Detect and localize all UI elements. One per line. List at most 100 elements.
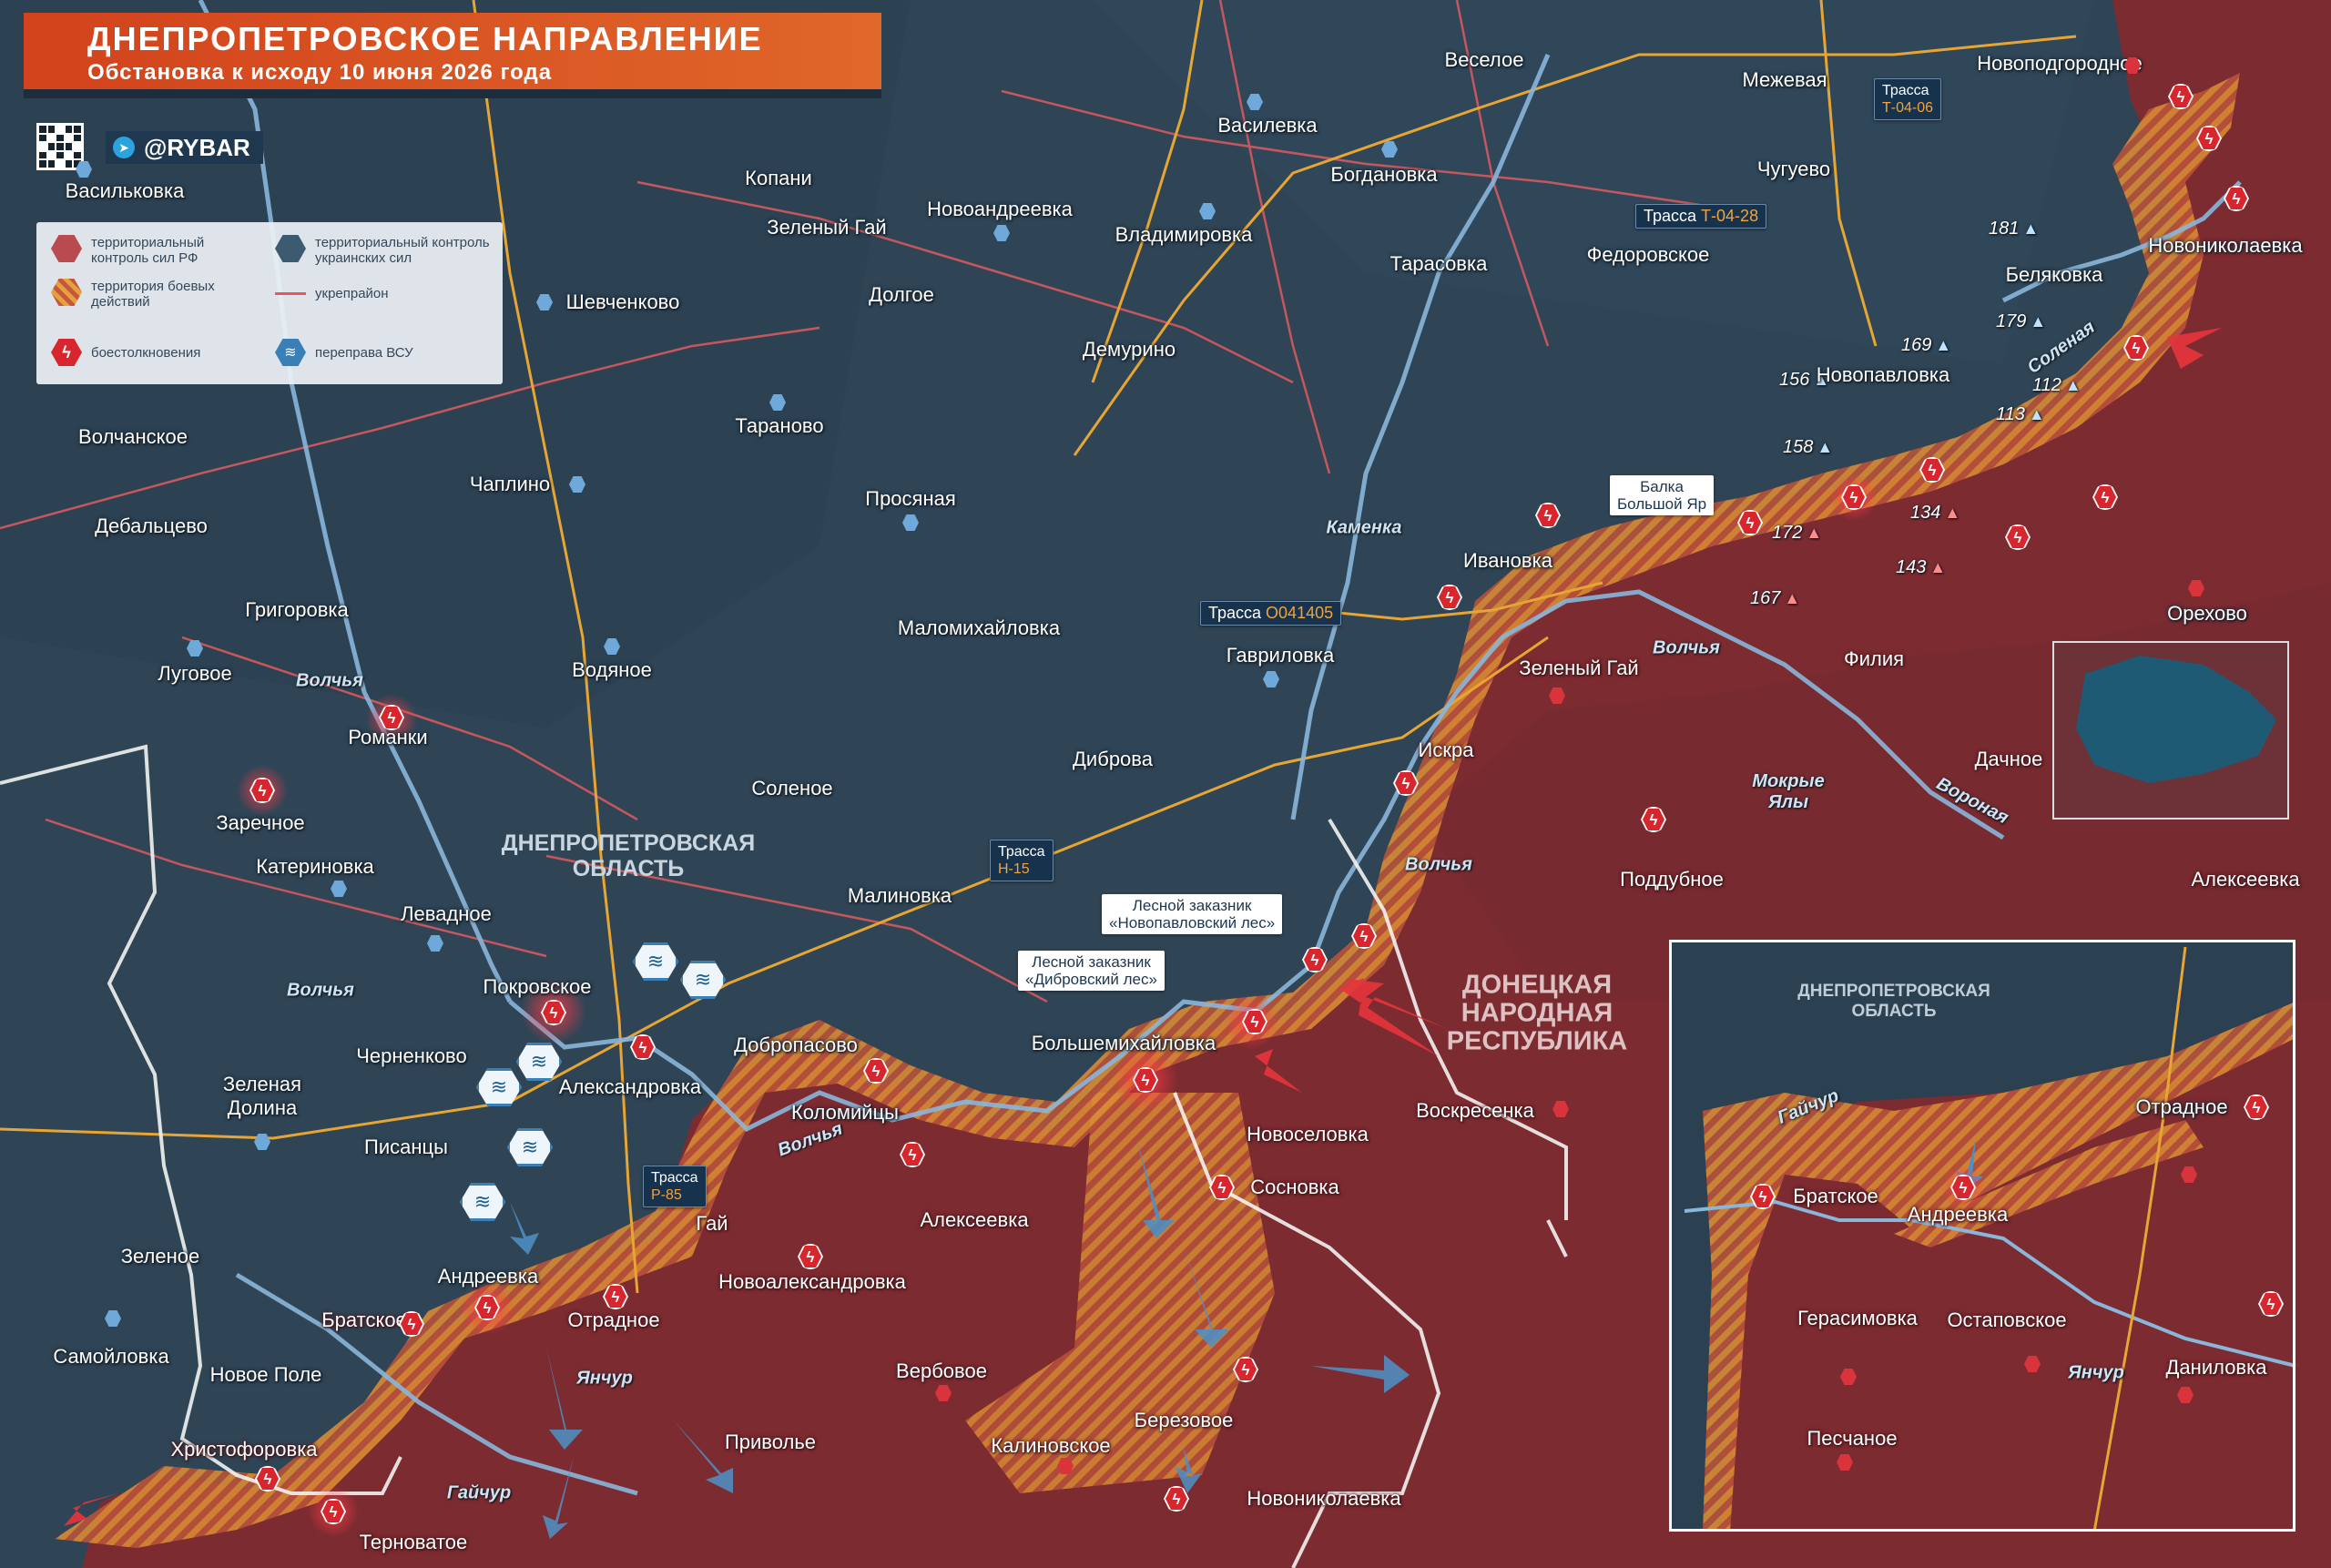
inset-settlement-label: Даниловка — [2165, 1356, 2267, 1379]
height-marker: 112 ▲ — [2032, 375, 2082, 395]
inset-settlement-label: Отрадное — [2135, 1095, 2228, 1118]
height-marker: 172 ▲ — [1772, 523, 1823, 543]
settlement-label: Луговое — [158, 662, 232, 685]
settlement-label: Добропасово — [734, 1033, 858, 1056]
legend-clashes: ϟ боестолкновения — [51, 339, 260, 366]
settlement-label: Отрадное — [567, 1308, 660, 1331]
settlement-label: Веселое — [1444, 48, 1524, 71]
inset-settlement-label: Андреевка — [1907, 1203, 2009, 1226]
qr-code-icon[interactable] — [36, 123, 84, 170]
settlement-label: Христофоровка — [170, 1438, 318, 1461]
settlement-label: Алексеевка — [920, 1208, 1029, 1231]
river-label: Каменка — [1326, 517, 1402, 538]
settlement-label: Беляковка — [2005, 263, 2103, 286]
settlement-label: Дачное — [1974, 748, 2043, 770]
legend: территориальный контроль сил РФ территор… — [36, 222, 503, 384]
settlement-label: Чаплино — [469, 473, 551, 495]
settlement-label: Дебальцево — [95, 514, 208, 537]
river-label: Янчур — [2068, 1362, 2124, 1383]
settlement-label: Левадное — [401, 902, 492, 925]
height-marker: 179 ▲ — [1996, 311, 2047, 331]
settlement-label: Диброва — [1073, 748, 1153, 770]
crossing-icon: ≋ — [275, 339, 306, 366]
region-dnr: ДОНЕЦКАЯ НАРОДНАЯ РЕСПУБЛИКА — [1446, 970, 1628, 1056]
settlement-label: Богдановка — [1330, 163, 1438, 186]
river-label: Гайчур — [446, 1482, 512, 1503]
settlement-label: Васильковка — [65, 179, 185, 202]
height-marker: 167 ▲ — [1750, 588, 1801, 608]
fortified-swatch — [275, 292, 306, 295]
height-marker: 158 ▲ — [1783, 437, 1834, 457]
brand-badge[interactable]: ➤ @RYBAR — [106, 131, 263, 164]
settlement-label: Межевая — [1742, 68, 1827, 91]
settlement-label: Новоподгородное — [1977, 52, 2143, 75]
settlement-label: Василевка — [1217, 114, 1318, 137]
clash-icon: ϟ — [51, 339, 82, 366]
settlement-label: Владимировка — [1115, 223, 1253, 246]
settlement-label: Тарасовка — [1389, 252, 1488, 275]
settlement-label: Тараново — [735, 414, 824, 437]
page-subtitle: Обстановка к исходу 10 июня 2026 года — [87, 60, 553, 85]
inset-settlement-label: Герасимовка — [1797, 1307, 1918, 1329]
height-marker: 143 ▲ — [1896, 557, 1947, 577]
inset-settlement-label: Остаповское — [1947, 1308, 2067, 1331]
inset-settlement-label: Песчаное — [1807, 1427, 1898, 1450]
settlement-label: Зеленый Гай — [1519, 657, 1639, 679]
inset-settlement-label: Братское — [1793, 1185, 1878, 1207]
settlement-label: Новониколаевка — [1247, 1487, 1401, 1510]
overview-map-frame — [2052, 641, 2289, 820]
height-marker: 134 ▲ — [1910, 503, 1961, 523]
settlement-label: Катериновка — [256, 855, 374, 878]
settlement-label: Шевченково — [565, 290, 680, 313]
settlement-label: Соленое — [751, 777, 833, 799]
legend-fortified: укрепрайон — [275, 286, 494, 301]
settlement-label: Калиновское — [991, 1434, 1111, 1457]
settlement-label: Зеленый Гай — [767, 216, 887, 239]
road-h15: Трасса Н-15 — [990, 840, 1054, 881]
river-label: Волчья — [1653, 637, 1720, 658]
settlement-label: Ивановка — [1463, 549, 1552, 572]
settlement-label: Поддубное — [1620, 868, 1724, 891]
settlement-label: Березовое — [1134, 1409, 1234, 1431]
brand-handle: @RYBAR — [144, 133, 250, 161]
legend-ua-control: территориальный контроль украинских сил — [275, 235, 494, 266]
settlement-label: Приволье — [724, 1431, 817, 1453]
settlement-label: Искра — [1418, 738, 1474, 761]
settlement-label: Воскресенка — [1416, 1099, 1534, 1122]
settlement-label: Новоалександровка — [718, 1270, 906, 1293]
settlement-label: Большемихайловка — [1031, 1032, 1216, 1054]
height-marker: 169 ▲ — [1901, 335, 1952, 355]
settlement-label: Орехово — [2167, 602, 2247, 625]
river-label: Волчья — [1405, 854, 1472, 875]
region-dnepropetrovsk: ДНЕПРОПЕТРОВСКАЯ ОБЛАСТЬ — [501, 830, 756, 881]
settlement-label: Новониколаевка — [2148, 234, 2303, 257]
reserve-dibrovsky: Лесной заказник «Дибровский лес» — [1018, 951, 1165, 991]
river-label: Волчья — [296, 670, 363, 691]
settlement-label: Самойловка — [53, 1345, 169, 1368]
road-t0428: Трасса Т-04-28 — [1635, 204, 1767, 229]
telegram-icon: ➤ — [113, 137, 135, 158]
road-t0406: Трасса Т-04-06 — [1874, 78, 1942, 120]
settlement-label: Сосновка — [1250, 1176, 1339, 1198]
ru-control-swatch — [51, 235, 82, 262]
settlement-label: Маломихайловка — [897, 616, 1061, 639]
legend-combat: территория боевых действий — [51, 279, 260, 310]
header: ДНЕПРОПЕТРОВСКОЕ НАПРАВЛЕНИЕ Обстановка … — [24, 13, 881, 113]
settlement-label: Зеленая Долина — [222, 1073, 302, 1119]
balka-bolshoy-yar: Балка Большой Яр — [1610, 475, 1715, 515]
inset-map-frame — [1669, 940, 2295, 1532]
reserve-novopavlovsky: Лесной заказник «Новопавловский лес» — [1102, 894, 1283, 934]
settlement-label: Покровское — [483, 975, 592, 998]
settlement-label: Федоровское — [1586, 243, 1710, 266]
title-box: ДНЕПРОПЕТРОВСКОЕ НАПРАВЛЕНИЕ Обстановка … — [24, 13, 881, 89]
settlement-label: Черненково — [356, 1044, 467, 1067]
height-marker: 181 ▲ — [1989, 219, 2040, 239]
road-o041405: Трасса О041405 — [1200, 601, 1342, 626]
combat-swatch — [51, 279, 82, 306]
settlement-label: Новое Поле — [209, 1363, 322, 1386]
settlement-label: Алексеевка — [2191, 868, 2300, 891]
settlement-label: Коломийцы — [790, 1101, 900, 1124]
river-label: Янчур — [576, 1368, 633, 1389]
settlement-label: Новоандреевка — [927, 198, 1073, 220]
settlement-label: Малиновка — [847, 884, 952, 907]
